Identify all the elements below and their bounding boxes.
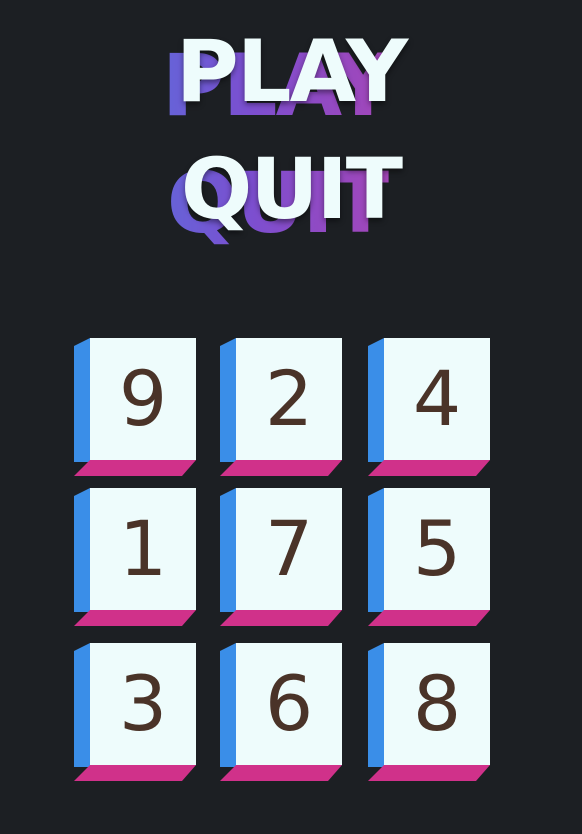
play-label: PLAY bbox=[175, 22, 408, 122]
tile[interactable]: 3 bbox=[74, 643, 196, 781]
tile[interactable]: 8 bbox=[368, 643, 490, 781]
tile-number: 2 bbox=[264, 354, 314, 443]
tile-number: 8 bbox=[412, 659, 462, 748]
tile-number: 9 bbox=[118, 354, 168, 443]
tile-bottom bbox=[220, 610, 342, 626]
tile-number: 5 bbox=[412, 504, 462, 593]
tile[interactable]: 1 bbox=[74, 488, 196, 626]
tile-number: 7 bbox=[264, 504, 314, 593]
tile-number: 4 bbox=[412, 354, 462, 443]
tile-bottom bbox=[74, 765, 196, 781]
quit-label: QUIT bbox=[180, 140, 403, 238]
tile-number: 6 bbox=[264, 659, 314, 748]
play-button[interactable]: PLAY PLAY bbox=[0, 22, 582, 136]
tile-bottom bbox=[74, 610, 196, 626]
tile-bottom bbox=[74, 460, 196, 476]
tile-number: 1 bbox=[118, 504, 168, 593]
tile[interactable]: 5 bbox=[368, 488, 490, 626]
tile-bottom bbox=[368, 610, 490, 626]
tile-grid: 9 2 4 1 7 5 3 6 8 bbox=[74, 338, 494, 783]
tile[interactable]: 9 bbox=[74, 338, 196, 476]
tile-number: 3 bbox=[118, 659, 168, 748]
tile[interactable]: 6 bbox=[220, 643, 342, 781]
tile-bottom bbox=[220, 765, 342, 781]
quit-button[interactable]: QUIT QUIT bbox=[0, 140, 582, 252]
tile[interactable]: 2 bbox=[220, 338, 342, 476]
tile-bottom bbox=[220, 460, 342, 476]
tile[interactable]: 4 bbox=[368, 338, 490, 476]
tile[interactable]: 7 bbox=[220, 488, 342, 626]
tile-bottom bbox=[368, 460, 490, 476]
tile-bottom bbox=[368, 765, 490, 781]
